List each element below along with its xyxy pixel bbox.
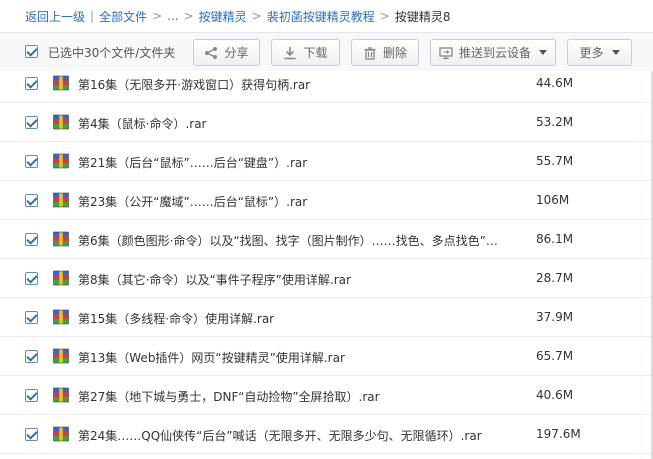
file-checkbox[interactable]	[25, 116, 38, 129]
file-name[interactable]: 第4集（鼠标·命令）.rar	[78, 115, 523, 132]
file-size: 44.6M	[536, 76, 574, 90]
file-size: 106M	[536, 193, 570, 207]
chevron-down-icon	[539, 50, 547, 55]
rar-archive-icon	[53, 387, 69, 403]
breadcrumb-separator: >	[251, 9, 262, 23]
file-checkbox[interactable]	[25, 428, 38, 441]
rar-archive-icon	[53, 75, 69, 91]
file-row[interactable]: 第21集（后台“鼠标”……后台“键盘”）.rar 55.7M	[0, 142, 653, 181]
chevron-down-icon	[611, 50, 620, 55]
file-checkbox[interactable]	[25, 389, 38, 402]
select-all-checkbox[interactable]	[25, 45, 38, 58]
trash-icon	[363, 46, 377, 60]
push-to-device-button[interactable]: 推送到云设备	[430, 39, 556, 66]
rar-archive-icon	[53, 153, 69, 169]
breadcrumb-current: 按键精灵8	[394, 9, 451, 24]
file-name[interactable]: 第6集（颜色图形·命令）以及“找图、找字（图片制作）……找色、多点找色”…	[78, 232, 523, 249]
download-label: 下载	[303, 46, 328, 60]
file-name[interactable]: 第21集（后台“鼠标”……后台“键盘”）.rar	[78, 154, 523, 171]
breadcrumb-level1[interactable]: 按键精灵	[199, 8, 247, 25]
breadcrumb-all-files[interactable]: 全部文件	[99, 8, 147, 25]
file-checkbox[interactable]	[25, 77, 38, 90]
breadcrumb-separator: >	[152, 9, 163, 23]
breadcrumb-separator: >	[183, 9, 194, 23]
file-size: 55.7M	[536, 154, 574, 168]
device-icon	[439, 46, 453, 60]
file-row[interactable]: 第24集……QQ仙侠传“后台”喊话（无限多开、无限多少句、无限循环）.rar 19…	[0, 415, 653, 454]
file-size: 40.6M	[536, 388, 574, 402]
file-row[interactable]: 第13集（Web插件）网页“按键精灵”使用详解.rar 65.7M	[0, 337, 653, 376]
file-size: 86.1M	[536, 232, 574, 246]
push-label: 推送到云设备	[458, 46, 531, 60]
rar-archive-icon	[53, 426, 69, 442]
file-name[interactable]: 第27集（地下城与勇士，DNF“自动捡物”全屏拾取）.rar	[78, 388, 523, 405]
file-checkbox[interactable]	[25, 194, 38, 207]
breadcrumb-divider: |	[90, 9, 95, 23]
file-size: 53.2M	[536, 115, 574, 129]
download-button[interactable]: 下载	[271, 39, 340, 66]
delete-label: 删除	[382, 46, 407, 60]
file-row[interactable]: 第4集（鼠标·命令）.rar 53.2M	[0, 103, 653, 142]
file-name[interactable]: 第16集（无限多开·游戏窗口）获得句柄.rar	[78, 76, 523, 93]
back-link[interactable]: 返回上一级	[25, 8, 85, 25]
breadcrumb-separator: >	[379, 9, 390, 23]
file-size: 28.7M	[536, 271, 574, 285]
rar-archive-icon	[53, 270, 69, 286]
delete-button[interactable]: 删除	[351, 39, 419, 66]
file-toolbar: 已选中30个文件/文件夹 分享 下载 删除 推送到云设备 更多	[0, 32, 653, 72]
file-checkbox[interactable]	[25, 233, 38, 246]
file-list: 第16集（无限多开·游戏窗口）获得句柄.rar 44.6M 第4集（鼠标·命令）.r…	[0, 71, 653, 459]
rar-archive-icon	[53, 114, 69, 130]
file-name[interactable]: 第24集……QQ仙侠传“后台”喊话（无限多开、无限多少句、无限循环）.rar	[78, 427, 523, 444]
rar-archive-icon	[53, 348, 69, 364]
file-size: 65.7M	[536, 349, 574, 363]
download-icon	[283, 46, 297, 60]
file-checkbox[interactable]	[25, 272, 38, 285]
breadcrumb-level2[interactable]: 裴初菡按键精灵教程	[267, 8, 375, 25]
file-checkbox[interactable]	[25, 311, 38, 324]
file-row[interactable]: 第16集（无限多开·游戏窗口）获得句柄.rar 44.6M	[0, 71, 653, 103]
file-name[interactable]: 第13集（Web插件）网页“按键精灵”使用详解.rar	[78, 349, 523, 366]
rar-archive-icon	[53, 309, 69, 325]
breadcrumb: 返回上一级 | 全部文件 > ... > 按键精灵 > 裴初菡按键精灵教程 > …	[0, 0, 653, 32]
file-row[interactable]: 第6集（颜色图形·命令）以及“找图、找字（图片制作）……找色、多点找色”… 86.…	[0, 220, 653, 259]
file-name[interactable]: 第23集（公开“魔域”……后台“鼠标”）.rar	[78, 193, 523, 210]
file-size: 37.9M	[536, 310, 574, 324]
rar-archive-icon	[53, 192, 69, 208]
more-label: 更多	[579, 46, 604, 60]
file-name[interactable]: 第8集（其它·命令）以及“事件子程序”使用详解.rar	[78, 271, 523, 288]
rar-archive-icon	[53, 231, 69, 247]
file-row[interactable]: 第23集（公开“魔域”……后台“鼠标”）.rar 106M	[0, 181, 653, 220]
file-checkbox[interactable]	[25, 155, 38, 168]
file-row[interactable]: 第27集（地下城与勇士，DNF“自动捡物”全屏拾取）.rar 40.6M	[0, 376, 653, 415]
more-button[interactable]: 更多	[567, 39, 632, 66]
share-icon	[204, 46, 218, 60]
breadcrumb-ellipsis[interactable]: ...	[167, 9, 178, 23]
share-label: 分享	[224, 46, 249, 60]
file-row[interactable]: 第15集（多线程·命令）使用详解.rar 37.9M	[0, 298, 653, 337]
selection-count: 已选中30个文件/文件夹	[48, 46, 176, 60]
file-name[interactable]: 第15集（多线程·命令）使用详解.rar	[78, 310, 523, 327]
file-checkbox[interactable]	[25, 350, 38, 363]
share-button[interactable]: 分享	[193, 39, 260, 66]
file-row[interactable]: 第8集（其它·命令）以及“事件子程序”使用详解.rar 28.7M	[0, 259, 653, 298]
file-size: 197.6M	[536, 427, 581, 441]
